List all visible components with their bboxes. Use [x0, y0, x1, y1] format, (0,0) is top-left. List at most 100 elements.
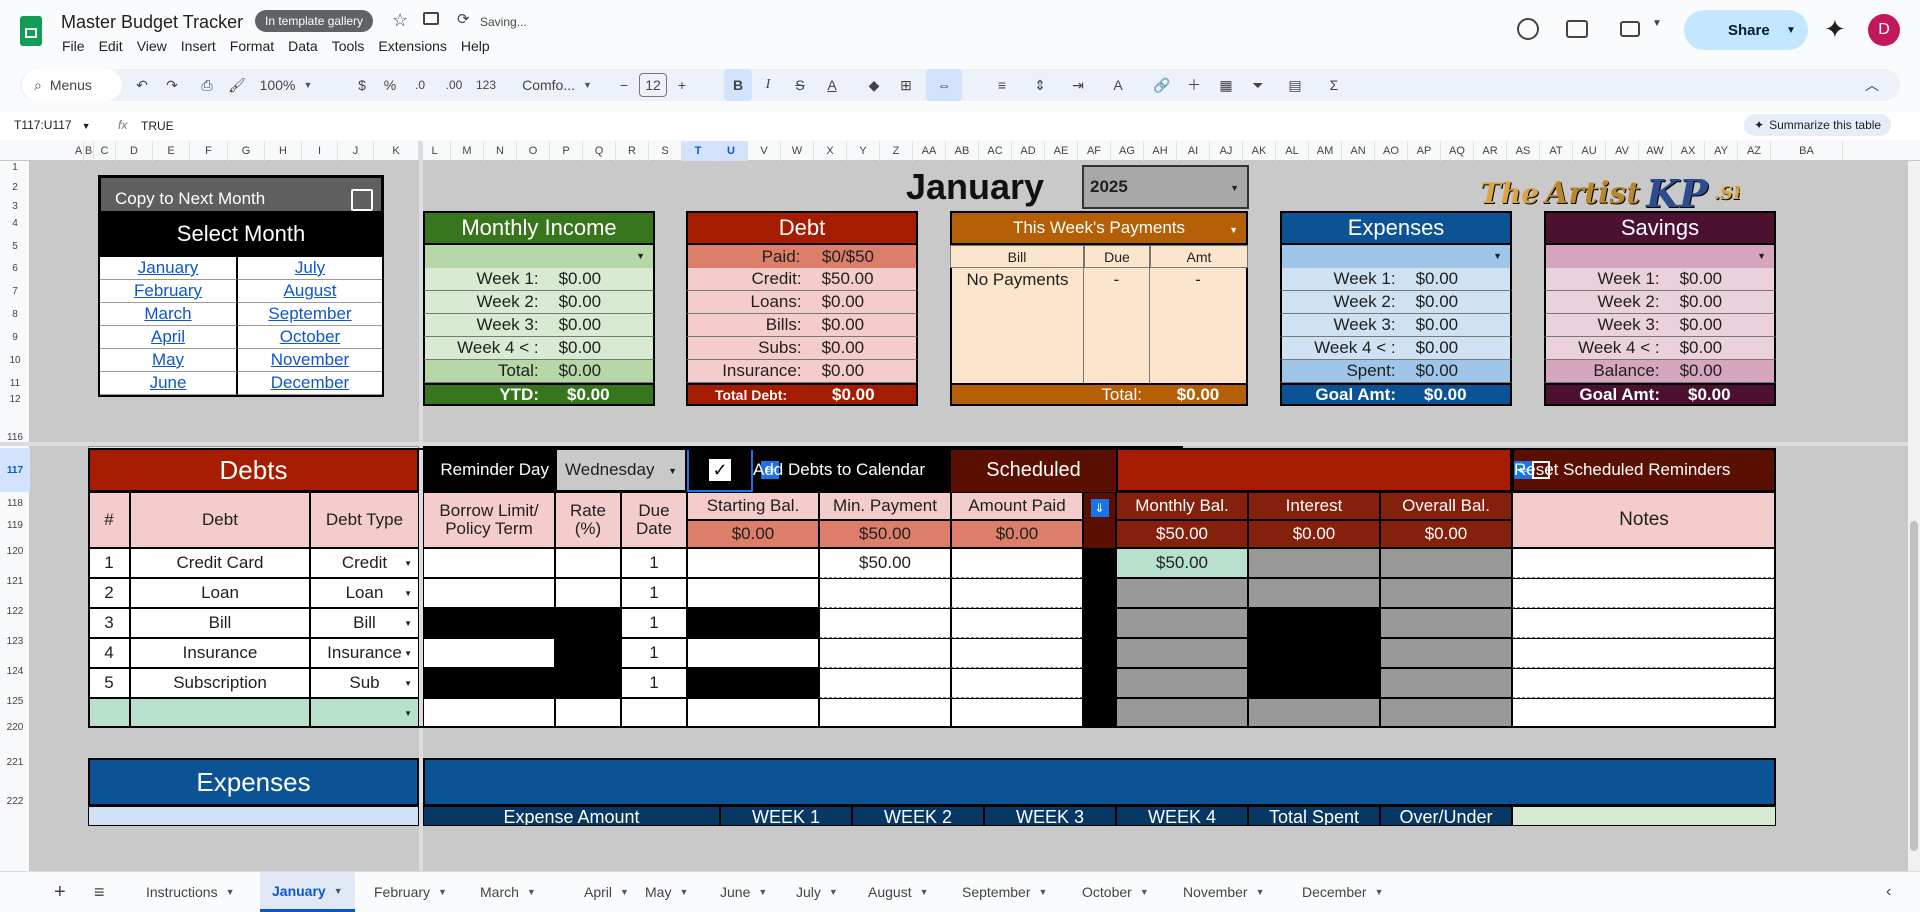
- paint-format-icon[interactable]: 🖌: [225, 69, 249, 101]
- debt-row-rate[interactable]: [555, 548, 621, 578]
- chevron-down-icon[interactable]: ▼: [527, 887, 536, 897]
- debt-row-start[interactable]: [687, 668, 819, 698]
- debt-row-start[interactable]: [687, 608, 819, 638]
- sheets-logo-icon[interactable]: [20, 16, 42, 46]
- debt-row-type-select[interactable]: Loan ▼: [310, 578, 419, 608]
- debt-row-notes[interactable]: [1512, 608, 1776, 638]
- debt-row-due[interactable]: 1: [621, 608, 687, 638]
- all-sheets-icon[interactable]: ≡: [94, 872, 105, 912]
- debt-row-name[interactable]: Insurance: [130, 638, 310, 668]
- savings-subheader[interactable]: ▼: [1544, 245, 1776, 268]
- chevron-down-icon[interactable]: ▼: [334, 886, 343, 896]
- reminder-day-select[interactable]: Wednesday ▼: [555, 448, 687, 492]
- menu-file[interactable]: File: [62, 38, 85, 54]
- chevron-down-icon[interactable]: ▼: [438, 887, 447, 897]
- font-select[interactable]: Comfo... ▼: [514, 69, 600, 101]
- chevron-down-icon[interactable]: ▼: [620, 887, 629, 897]
- fill-color-button[interactable]: ◆: [862, 69, 886, 101]
- move-folder-icon[interactable]: [423, 12, 439, 25]
- debt-row-name[interactable]: [130, 698, 310, 728]
- debt-row-name[interactable]: Bill: [130, 608, 310, 638]
- formula-input[interactable]: TRUE: [141, 119, 174, 133]
- sheet-tab-november[interactable]: November ▼: [1183, 872, 1265, 912]
- debt-row-paid[interactable]: [951, 638, 1083, 668]
- month-link-january[interactable]: January: [98, 257, 238, 280]
- chevron-down-icon[interactable]: ▼: [679, 887, 688, 897]
- debt-row-limit[interactable]: [423, 698, 555, 728]
- debt-row-notes[interactable]: [1512, 578, 1776, 608]
- debt-row-name[interactable]: Subscription: [130, 668, 310, 698]
- debt-row-name[interactable]: Loan: [130, 578, 310, 608]
- month-link-february[interactable]: February: [98, 280, 238, 303]
- debt-row-minpay[interactable]: [819, 668, 951, 698]
- debt-row-due[interactable]: 1: [621, 668, 687, 698]
- debt-row-start[interactable]: [687, 548, 819, 578]
- add-to-calendar-checkbox[interactable]: ✓: [687, 448, 753, 492]
- merge-cells-button[interactable]: ⇔: [926, 69, 962, 101]
- doc-title[interactable]: Master Budget Tracker: [61, 12, 243, 33]
- collapse-toolbar-icon[interactable]: ︿: [1860, 69, 1884, 101]
- increase-decimal-button[interactable]: .00: [438, 69, 470, 101]
- debt-row-rate[interactable]: [555, 668, 621, 698]
- debt-row-rate[interactable]: [555, 578, 621, 608]
- month-link-november[interactable]: November: [238, 349, 384, 372]
- debt-row-limit[interactable]: [423, 608, 555, 638]
- debt-row-minpay[interactable]: [819, 638, 951, 668]
- debt-row-minpay[interactable]: [819, 698, 951, 728]
- debt-row-type-select[interactable]: Sub ▼: [310, 668, 419, 698]
- menu-tools[interactable]: Tools: [332, 38, 365, 54]
- sheet-tab-july[interactable]: July ▼: [796, 872, 838, 912]
- menu-insert[interactable]: Insert: [181, 38, 216, 54]
- decrease-decimal-button[interactable]: .0: [406, 69, 434, 101]
- debt-row-minpay[interactable]: [819, 578, 951, 608]
- print-icon[interactable]: ⎙: [195, 69, 219, 101]
- redo-icon[interactable]: ↷: [160, 69, 184, 101]
- debt-row-paid[interactable]: [951, 698, 1083, 728]
- menu-edit[interactable]: Edit: [99, 38, 123, 54]
- chevron-down-icon[interactable]: ▼: [1038, 887, 1047, 897]
- chevron-down-icon[interactable]: ▼: [1375, 887, 1384, 897]
- month-link-december[interactable]: December: [238, 372, 384, 395]
- month-link-may[interactable]: May: [98, 349, 238, 372]
- percent-format-button[interactable]: %: [378, 69, 402, 101]
- sheet-tab-march[interactable]: March ▼: [480, 872, 536, 912]
- currency-format-button[interactable]: $: [350, 69, 374, 101]
- debt-row-rate[interactable]: [555, 638, 621, 668]
- debt-row-due[interactable]: [621, 698, 687, 728]
- debt-row-minpay[interactable]: [819, 608, 951, 638]
- year-select[interactable]: 2025 ▼: [1082, 165, 1249, 209]
- month-link-july[interactable]: July: [238, 257, 384, 280]
- number-format-button[interactable]: 123: [472, 69, 500, 101]
- chevron-down-icon[interactable]: ▼: [758, 887, 767, 897]
- align-horizontal-button[interactable]: ≡: [986, 69, 1018, 101]
- debt-row-start[interactable]: [687, 698, 819, 728]
- sheet-tab-june[interactable]: June ▼: [720, 872, 767, 912]
- share-button[interactable]: Share ▼: [1684, 10, 1808, 50]
- menu-data[interactable]: Data: [288, 38, 318, 54]
- debt-row-minpay[interactable]: $50.00: [819, 548, 951, 578]
- income-subheader[interactable]: ▼: [423, 245, 655, 268]
- star-icon[interactable]: ☆: [392, 10, 408, 31]
- vertical-scroll-thumb[interactable]: [1910, 521, 1918, 851]
- debt-row-start[interactable]: [687, 578, 819, 608]
- debt-row-rate[interactable]: [555, 608, 621, 638]
- debt-row-limit[interactable]: [423, 638, 555, 668]
- month-link-march[interactable]: March: [98, 303, 238, 326]
- payments-title[interactable]: This Week's Payments ▼: [950, 211, 1248, 245]
- link-icon[interactable]: 🔗: [1150, 69, 1174, 101]
- menu-view[interactable]: View: [137, 38, 167, 54]
- chevron-down-icon[interactable]: ▼: [1140, 887, 1149, 897]
- debt-row-notes[interactable]: [1512, 638, 1776, 668]
- debt-row-type-select[interactable]: Insurance ▼: [310, 638, 419, 668]
- sheet-tab-april[interactable]: April ▼: [584, 872, 629, 912]
- name-box[interactable]: T117:U117 ▼: [14, 118, 94, 132]
- menu-help[interactable]: Help: [461, 38, 490, 54]
- sheet-tab-august[interactable]: August ▼: [868, 872, 929, 912]
- debt-row-paid[interactable]: [951, 548, 1083, 578]
- sheet-tab-october[interactable]: October ▼: [1082, 872, 1149, 912]
- insert-chart-icon[interactable]: ▦: [1214, 69, 1238, 101]
- debt-row-limit[interactable]: [423, 668, 555, 698]
- debt-row-name[interactable]: Credit Card: [130, 548, 310, 578]
- undo-icon[interactable]: ↶: [130, 69, 154, 101]
- insert-comment-icon[interactable]: ＋: [1182, 69, 1206, 101]
